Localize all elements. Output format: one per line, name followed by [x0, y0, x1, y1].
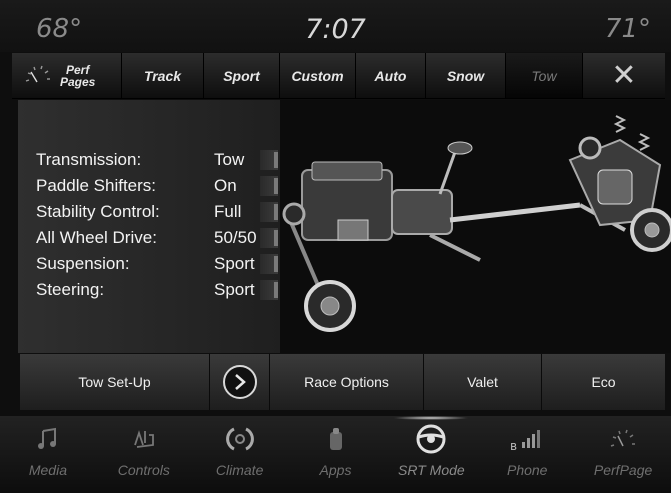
setting-label: Stability Control:	[36, 202, 160, 221]
valet-button[interactable]: Valet	[424, 354, 542, 410]
nav-label: Apps	[319, 462, 352, 478]
setting-label: Transmission:	[36, 150, 142, 169]
svg-text:ʙ: ʙ	[510, 439, 517, 452]
setting-value: Sport	[214, 280, 278, 300]
setting-label: Steering:	[36, 280, 105, 299]
nav-label: Phone	[506, 462, 548, 478]
action-bar: Tow Set-Up Race Options Valet Eco	[20, 354, 665, 410]
drive-mode-tabs: Perf Pages Track Sport Custom Auto Snow …	[12, 53, 665, 99]
phone-signal-icon: ʙ	[507, 422, 547, 456]
passenger-temperature[interactable]: 71°	[605, 14, 651, 44]
nav-label: SRT Mode	[398, 462, 465, 478]
close-icon: ✕	[611, 59, 637, 92]
bottom-navigation: Media Controls Climate Apps SRT Mode ʙ P…	[0, 416, 671, 493]
close-button[interactable]: ✕	[583, 53, 665, 98]
race-options-button[interactable]: Race Options	[270, 354, 424, 410]
nav-label: Climate	[215, 462, 264, 478]
drivetrain-illustration	[282, 115, 671, 332]
setting-suspension: Suspension: Sport	[36, 254, 286, 276]
setting-stability-control: Stability Control: Full	[36, 202, 286, 224]
tab-perf-pages[interactable]: Perf Pages	[12, 53, 122, 98]
chevron-right-icon	[222, 365, 257, 399]
settings-list: Transmission: Tow Paddle Shifters: On St…	[18, 100, 280, 353]
setting-label: All Wheel Drive:	[36, 228, 157, 247]
apps-icon	[316, 422, 356, 456]
tow-setup-chevron-button[interactable]	[210, 354, 270, 410]
music-note-icon	[28, 422, 68, 456]
setting-transmission: Transmission: Tow	[36, 150, 286, 172]
tab-snow[interactable]: Snow	[426, 53, 506, 98]
setting-value: Sport	[214, 254, 278, 274]
setting-label: Paddle Shifters:	[36, 176, 157, 195]
status-bar: 68° 7:07 71°	[0, 0, 671, 52]
tab-auto[interactable]: Auto	[356, 53, 426, 98]
tab-perf-label-2: Pages	[60, 74, 96, 89]
tow-setup-button[interactable]: Tow Set-Up	[20, 354, 210, 410]
nav-apps[interactable]: Apps	[288, 416, 384, 493]
tab-track[interactable]: Track	[122, 53, 204, 98]
setting-value: 50/50	[214, 228, 278, 248]
nav-label: Media	[28, 462, 67, 478]
climate-icon	[220, 422, 260, 456]
setting-paddle-shifters: Paddle Shifters: On	[36, 176, 286, 198]
setting-all-wheel-drive: All Wheel Drive: 50/50	[36, 228, 286, 250]
gauge-icon	[603, 422, 643, 456]
nav-label: Controls	[117, 462, 170, 478]
controls-icon	[124, 422, 164, 456]
tab-tow[interactable]: Tow	[506, 53, 583, 98]
steering-wheel-icon	[411, 422, 451, 456]
tab-sport[interactable]: Sport	[204, 53, 280, 98]
srt-mode-panel: Transmission: Tow Paddle Shifters: On St…	[18, 100, 671, 353]
setting-steering: Steering: Sport	[36, 280, 286, 302]
clock: 7:07	[305, 14, 366, 45]
tab-custom[interactable]: Custom	[280, 53, 356, 98]
nav-label: PerfPage	[593, 462, 653, 478]
setting-value: Tow	[214, 150, 278, 170]
nav-climate[interactable]: Climate	[192, 416, 288, 493]
eco-button[interactable]: Eco	[542, 354, 665, 410]
nav-phone[interactable]: ʙ Phone	[479, 416, 575, 493]
gauge-icon	[25, 65, 50, 82]
nav-srt-mode[interactable]: SRT Mode	[383, 416, 479, 493]
setting-value: Full	[214, 202, 278, 222]
setting-label: Suspension:	[36, 254, 130, 273]
nav-controls[interactable]: Controls	[96, 416, 192, 493]
nav-perfpage[interactable]: PerfPage	[575, 416, 671, 493]
setting-value: On	[214, 176, 278, 196]
nav-media[interactable]: Media	[0, 416, 96, 493]
